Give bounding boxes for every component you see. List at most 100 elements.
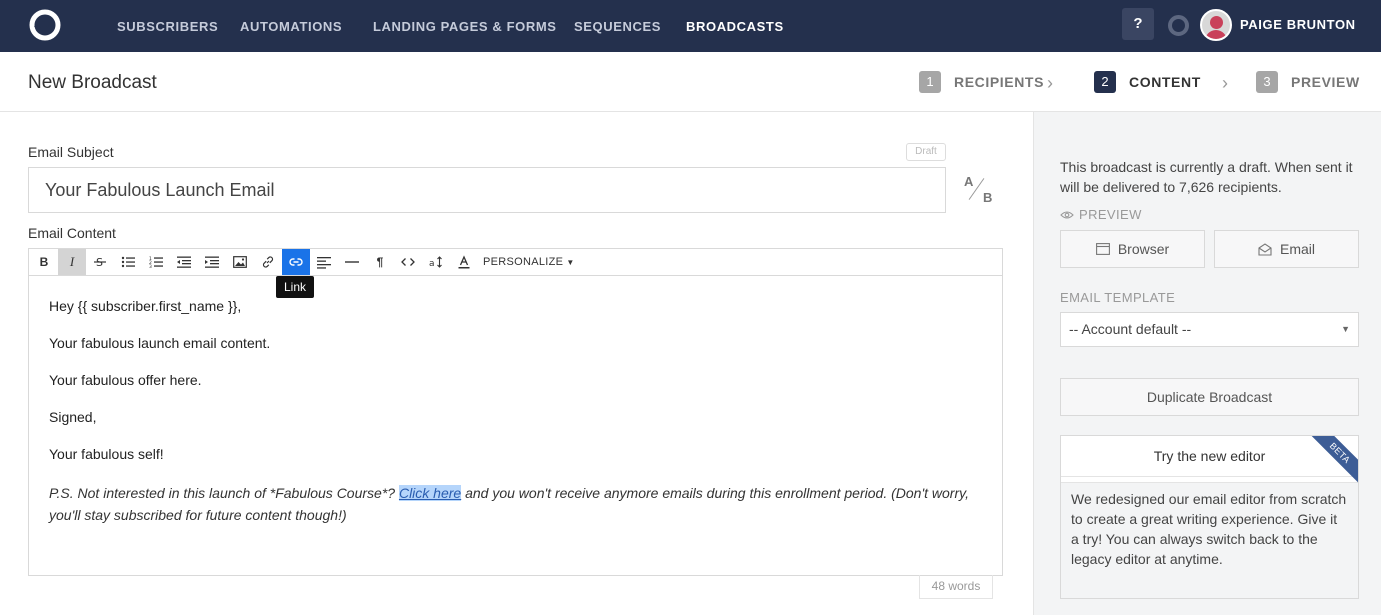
paragraph-format-button[interactable]: ¶ [366,249,394,275]
chevron-right-icon: › [1222,73,1228,93]
page-title: New Broadcast [28,72,157,93]
preview-label-text: PREVIEW [1079,207,1142,222]
bullet-list-icon [121,256,135,268]
align-button[interactable] [310,249,338,275]
status-indicator-icon [1168,15,1189,36]
horizontal-rule-icon [345,261,359,263]
duplicate-broadcast-button[interactable]: Duplicate Broadcast [1060,378,1359,416]
font-size-icon: a [429,256,442,269]
editor-paragraph: Signed, [49,409,97,425]
step-label: PREVIEW [1291,74,1360,90]
nav-broadcasts[interactable]: BROADCASTS [686,19,784,34]
draft-info-text: This broadcast is currently a draft. Whe… [1060,159,1353,195]
personalize-label: PERSONALIZE [483,256,564,268]
link-icon [289,258,303,266]
outdent-icon [177,256,191,268]
avatar[interactable] [1200,9,1232,41]
preview-email-button[interactable]: Email [1214,230,1359,268]
italic-button[interactable]: I [58,249,86,275]
try-new-editor-button[interactable]: Try the new editor [1061,436,1358,477]
strikethrough-button[interactable]: S [86,249,114,275]
main-content: Email Subject Draft A B Email Content B … [0,112,1033,615]
ps-text: P.S. Not interested in this launch of *F… [49,485,399,501]
editor-paragraph: Hey {{ subscriber.first_name }}, [49,298,242,314]
step-recipients[interactable]: 1 RECIPIENTS [919,71,1044,93]
numbered-list-button[interactable]: 123 [142,249,170,275]
sidebar: This broadcast is currently a draft. Whe… [1033,112,1381,615]
step-number: 2 [1094,71,1116,93]
preview-browser-button[interactable]: Browser [1060,230,1205,268]
editor-paragraph: Your fabulous self! [49,446,164,462]
insert-image-button[interactable] [226,249,254,275]
subject-label: Email Subject [28,144,114,160]
content-label: Email Content [28,225,116,241]
link-chain-icon [262,256,274,268]
ab-test-button[interactable]: A B [962,172,996,208]
text-color-button[interactable] [450,249,478,275]
step-number: 1 [919,71,941,93]
unlink-button[interactable] [254,249,282,275]
code-icon [401,258,415,266]
chevron-right-icon: › [1047,73,1053,93]
email-button-label: Email [1279,241,1315,257]
editor-toolbar: B I S 123 ¶ [28,248,1003,276]
nav-subscribers[interactable]: SUBSCRIBERS [117,19,218,34]
selected-link-text[interactable]: Click here [398,485,462,501]
subject-input[interactable] [28,167,946,213]
ab-b-label: B [983,190,993,205]
align-left-icon [317,257,331,269]
personalize-dropdown[interactable]: PERSONALIZE ▼ [483,256,575,268]
numbered-list-icon: 123 [149,256,163,269]
editor-paragraph: Your fabulous offer here. [49,372,202,388]
nav-automations[interactable]: AUTOMATIONS [240,19,342,34]
nav-sequences[interactable]: SEQUENCES [574,19,661,34]
svg-text:3: 3 [149,264,152,269]
paragraph-icon: ¶ [376,255,384,269]
eye-icon [1060,210,1074,219]
email-icon [1258,242,1272,256]
step-label: RECIPIENTS [954,74,1045,90]
bullet-list-button[interactable] [114,249,142,275]
step-label: CONTENT [1129,74,1201,90]
ab-a-label: A [964,174,974,189]
step-content[interactable]: 2 CONTENT [1094,71,1201,93]
template-label: EMAIL TEMPLATE [1060,290,1176,305]
indent-icon [205,256,219,268]
draft-badge: Draft [906,143,946,161]
duplicate-button-label: Duplicate Broadcast [1146,389,1273,405]
browser-button-label: Browser [1117,241,1170,257]
help-button[interactable]: ? [1122,8,1154,40]
top-nav: SUBSCRIBERS AUTOMATIONS LANDING PAGES & … [0,0,1381,52]
html-source-button[interactable] [394,249,422,275]
text-color-icon [458,255,470,269]
editor-paragraph: Your fabulous launch email content. [49,335,271,351]
outdent-button[interactable] [170,249,198,275]
font-size-button[interactable]: a [422,249,450,275]
caret-down-icon: ▼ [566,257,575,267]
template-select[interactable]: -- Account default -- ▼ [1060,312,1359,347]
caret-down-icon: ▼ [1341,324,1350,334]
svg-text:a: a [429,259,435,269]
user-name[interactable]: PAIGE BRUNTON [1240,17,1356,32]
browser-icon [1095,243,1110,255]
step-preview[interactable]: 3 PREVIEW [1256,71,1360,93]
bold-icon: B [39,255,49,269]
bold-button[interactable]: B [30,249,58,275]
italic-icon: I [69,254,75,269]
insert-link-button[interactable] [282,249,310,275]
editor-ps-paragraph: P.S. Not interested in this launch of *F… [49,482,982,526]
horizontal-rule-button[interactable] [338,249,366,275]
new-editor-description: We redesigned our email editor from scra… [1061,482,1358,598]
preview-label: PREVIEW [1060,207,1142,222]
new-editor-card: Try the new editor We redesigned our ema… [1060,435,1359,599]
word-count: 48 words [919,575,993,599]
strikethrough-icon: S [94,256,106,269]
indent-button[interactable] [198,249,226,275]
nav-landing-pages-forms[interactable]: LANDING PAGES & FORMS [373,19,557,34]
step-number: 3 [1256,71,1278,93]
page-header: New Broadcast 1 RECIPIENTS › 2 CONTENT ›… [0,52,1381,112]
template-selected-value: -- Account default -- [1069,321,1192,337]
logo-icon[interactable] [28,8,62,42]
email-content-editor[interactable]: Hey {{ subscriber.first_name }}, Your fa… [28,275,1003,576]
image-icon [233,256,247,268]
